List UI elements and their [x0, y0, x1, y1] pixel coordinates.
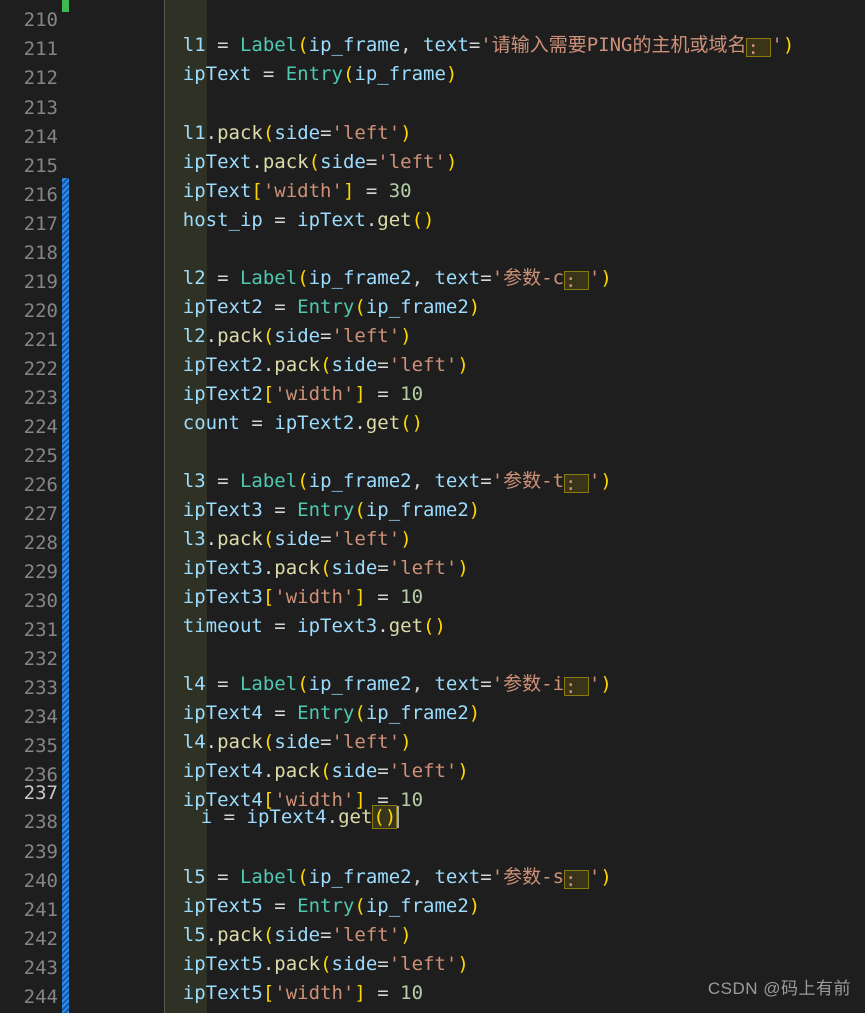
line-number[interactable]: 213	[2, 96, 58, 121]
line-number[interactable]: 219	[2, 270, 58, 295]
line-number[interactable]: 241	[2, 898, 58, 923]
line-number[interactable]: 218	[2, 241, 58, 266]
line-number[interactable]: 226	[2, 473, 58, 498]
code-line-214[interactable]: ipText.pack(side='left')	[137, 125, 458, 173]
code-line-244[interactable]: s = ipText5.get()	[137, 985, 378, 1013]
line-number[interactable]: 225	[2, 444, 58, 469]
code-line-225[interactable]: l3 = Label(ip_frame2, text='参数-t: ')	[137, 444, 612, 494]
line-number[interactable]: 214	[2, 125, 58, 150]
line-number-gutter[interactable]: 210 211 212 213 214 215 216 217 218 219 …	[0, 0, 70, 1013]
code-line-213[interactable]: l1.pack(side='left')	[137, 96, 412, 144]
gutter-marker-modified[interactable]	[62, 178, 69, 1013]
line-number[interactable]: 233	[2, 676, 58, 701]
code-line-241[interactable]: l5.pack(side='left')	[137, 898, 412, 946]
line-number[interactable]: 217	[2, 212, 58, 237]
code-line-228[interactable]: ipText3.pack(side='left')	[137, 531, 469, 579]
code-line-243[interactable]: ipText5['width'] = 10	[137, 956, 423, 1004]
line-number[interactable]: 231	[2, 618, 58, 643]
gutter-marker-added[interactable]	[62, 0, 69, 12]
code-line-211[interactable]: ipText = Entry(ip_frame)	[137, 37, 458, 85]
line-number[interactable]: 234	[2, 705, 58, 730]
line-number[interactable]: 240	[2, 869, 58, 894]
code-line-242[interactable]: ipText5.pack(side='left')	[137, 927, 469, 975]
line-number-active[interactable]: 237	[2, 781, 58, 806]
line-number[interactable]: 210	[2, 8, 58, 33]
line-number[interactable]: 243	[2, 956, 58, 981]
code-line-219[interactable]: ipText2 = Entry(ip_frame2)	[137, 270, 480, 318]
line-number[interactable]: 239	[2, 840, 58, 865]
code-line-220[interactable]: l2.pack(side='left')	[137, 299, 412, 347]
code-line-215[interactable]: ipText['width'] = 30	[137, 154, 412, 202]
line-number[interactable]: 220	[2, 299, 58, 324]
line-number[interactable]: 221	[2, 328, 58, 353]
code-line-221[interactable]: ipText2.pack(side='left')	[137, 328, 469, 376]
code-line-210[interactable]: l1 = Label(ip_frame, text='请输入需要PING的主机或…	[137, 8, 795, 58]
line-number[interactable]: 215	[2, 154, 58, 179]
line-number[interactable]: 235	[2, 734, 58, 759]
line-number[interactable]: 224	[2, 415, 58, 440]
watermark: CSDN @码上有前	[707, 979, 851, 998]
line-number[interactable]: 232	[2, 647, 58, 672]
line-number[interactable]: 222	[2, 357, 58, 382]
code-editor[interactable]: 需要 PING 的主机或域名: 参数区域或域名 l1 = Label(ip_fr…	[0, 0, 865, 1013]
code-line-229[interactable]: ipText3['width'] = 10	[137, 560, 423, 608]
code-line-234[interactable]: l4.pack(side='left')	[137, 705, 412, 753]
line-number[interactable]: 228	[2, 531, 58, 556]
line-number[interactable]: 242	[2, 927, 58, 952]
code-line-222[interactable]: ipText2['width'] = 10	[137, 357, 423, 405]
line-number[interactable]: 230	[2, 589, 58, 614]
line-number[interactable]: 229	[2, 560, 58, 585]
code-line-227[interactable]: l3.pack(side='left')	[137, 502, 412, 550]
line-number[interactable]: 223	[2, 386, 58, 411]
code-line-226[interactable]: ipText3 = Entry(ip_frame2)	[137, 473, 480, 521]
code-line-239[interactable]: l5 = Label(ip_frame2, text='参数-s: ')	[137, 840, 612, 890]
code-line-232[interactable]: l4 = Label(ip_frame2, text='参数-i: ')	[137, 647, 612, 697]
line-number[interactable]: 227	[2, 502, 58, 527]
line-number[interactable]: 238	[2, 810, 58, 835]
line-number[interactable]: 211	[2, 37, 58, 62]
line-number[interactable]: 216	[2, 183, 58, 208]
code-line-216[interactable]: host_ip = ipText.get()	[137, 183, 435, 231]
line-number[interactable]: 244	[2, 985, 58, 1010]
code-line-233[interactable]: ipText4 = Entry(ip_frame2)	[137, 676, 480, 724]
code-line-223[interactable]: count = ipText2.get()	[137, 386, 423, 434]
code-line-237[interactable]: i = ipText4.get()	[155, 780, 400, 829]
code-line-218[interactable]: l2 = Label(ip_frame2, text='参数-c: ')	[137, 241, 612, 291]
code-line-240[interactable]: ipText5 = Entry(ip_frame2)	[137, 869, 480, 917]
code-line-235[interactable]: ipText4.pack(side='left')	[137, 734, 469, 782]
line-number[interactable]: 212	[2, 66, 58, 91]
code-line-230[interactable]: timeout = ipText3.get()	[137, 589, 446, 637]
text-cursor	[397, 806, 400, 828]
